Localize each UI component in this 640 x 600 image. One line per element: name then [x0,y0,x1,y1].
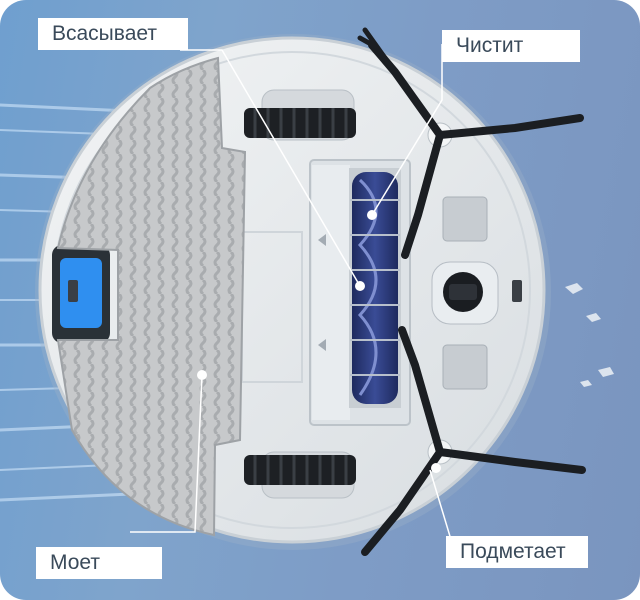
cleaning-label: Чистит [442,30,580,62]
dust-particles [565,283,614,387]
sweeping-label: Подметает [446,536,588,568]
mopping-label: Моет [36,547,162,579]
caster-wheel-icon [431,261,499,325]
robot-vacuum-illustration [0,27,614,556]
cliff-sensor [442,196,488,242]
suction-label: Всасывает [38,18,188,50]
cliff-sensor [442,344,488,390]
product-image: Всасывает Чистит Моет Подметает [0,0,640,600]
